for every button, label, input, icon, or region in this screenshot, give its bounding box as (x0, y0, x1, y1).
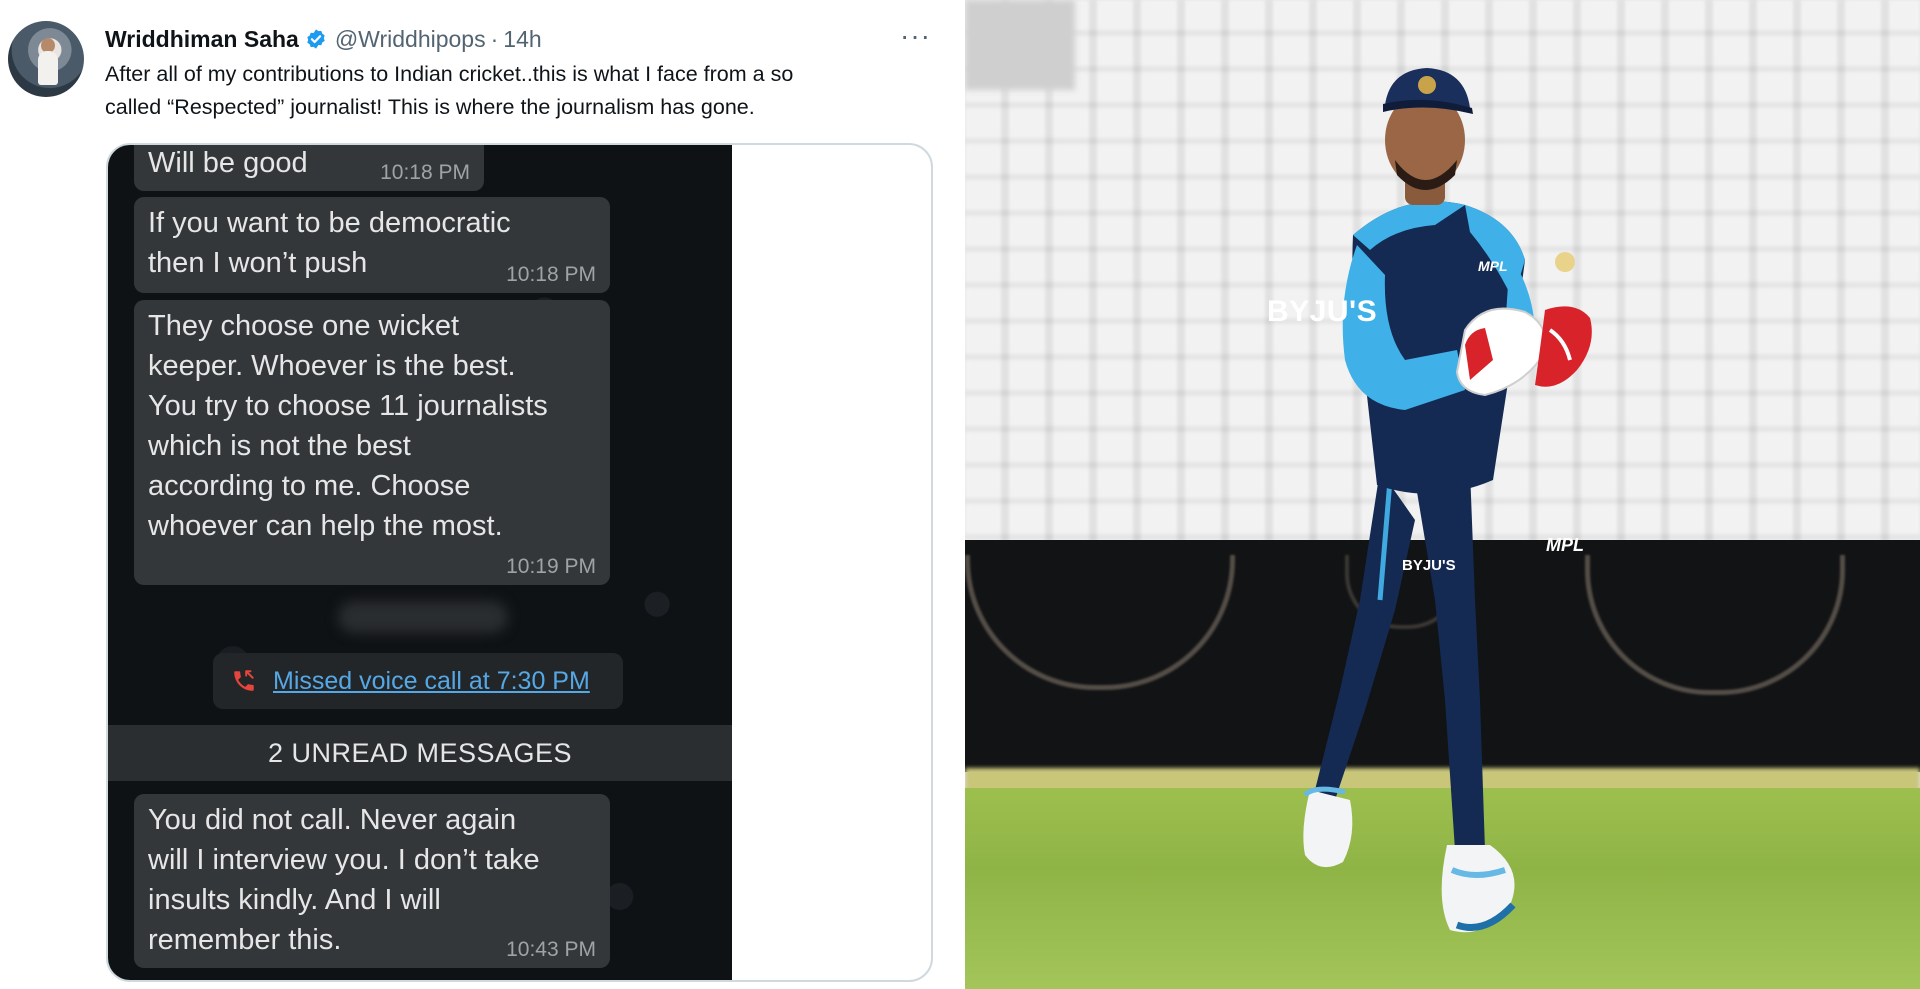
author-name[interactable]: Wriddhiman Saha (105, 26, 299, 53)
unread-messages-banner: 2 UNREAD MESSAGES (108, 725, 732, 781)
chat-screenshot: Will be good 10:18 PM If you want to be … (108, 145, 732, 980)
message-line: will I interview you. I don’t take (148, 844, 540, 876)
wicketkeeper-figure (1303, 68, 1592, 933)
tweet-timestamp[interactable]: 14h (503, 26, 541, 53)
shirt-sponsor-logo: BYJU'S (1267, 295, 1378, 328)
chat-message: You did not call. Never again will I int… (134, 794, 610, 968)
message-time: 10:19 PM (506, 555, 596, 578)
separator-dot: · (490, 25, 499, 52)
message-line: keeper. Whoever is the best. (148, 350, 516, 382)
chat-message: They choose one wicket keeper. Whoever i… (134, 300, 610, 585)
missed-call-notice: Missed voice call at 7:30 PM (213, 653, 623, 709)
chat-message: Will be good 10:18 PM (134, 145, 484, 191)
message-line: according to me. Choose (148, 470, 471, 502)
message-line: They choose one wicket (148, 310, 460, 342)
tweet-card[interactable]: Wriddhiman Saha @Wriddhipops · 14h ··· A… (0, 0, 965, 989)
message-line: You try to choose 11 journalists (148, 390, 548, 422)
tweet-text-line-2: called “Respected” journalist! This is w… (105, 95, 755, 119)
tweet-header: Wriddhiman Saha @Wriddhipops · 14h (105, 24, 542, 54)
message-time: 10:18 PM (506, 263, 596, 286)
missed-call-link: Missed voice call at 7:30 PM (273, 666, 590, 695)
kit-brand-logo: MPL (1478, 258, 1508, 274)
message-time: 10:43 PM (506, 938, 596, 961)
redacted-text (338, 601, 508, 633)
avatar[interactable] (8, 21, 84, 97)
tweet-text-line-1: After all of my contributions to Indian … (105, 62, 794, 86)
chat-message: If you want to be democratic then I won’… (134, 197, 610, 293)
player-photo: BYJU'S MPL BYJU'S MPL (965, 0, 1920, 989)
verified-badge-icon (307, 29, 325, 49)
message-line: which is not the best (148, 430, 411, 462)
message-line: insults kindly. And I will (148, 884, 441, 916)
pants-sponsor-logo: BYJU'S (1402, 557, 1456, 574)
message-line: If you want to be democratic (148, 207, 511, 239)
tweet-media[interactable]: Will be good 10:18 PM If you want to be … (106, 143, 933, 982)
pants-brand-logo: MPL (1546, 535, 1584, 555)
message-line: You did not call. Never again (148, 804, 517, 836)
author-handle[interactable]: @Wriddhipops (335, 26, 486, 53)
message-line: whoever can help the most. (148, 510, 503, 542)
more-options-icon[interactable]: ··· (900, 22, 931, 50)
avatar-figure (38, 51, 58, 85)
message-time: 10:18 PM (380, 161, 470, 184)
missed-call-icon (234, 670, 254, 691)
tweet-text: After all of my contributions to Indian … (105, 58, 925, 124)
